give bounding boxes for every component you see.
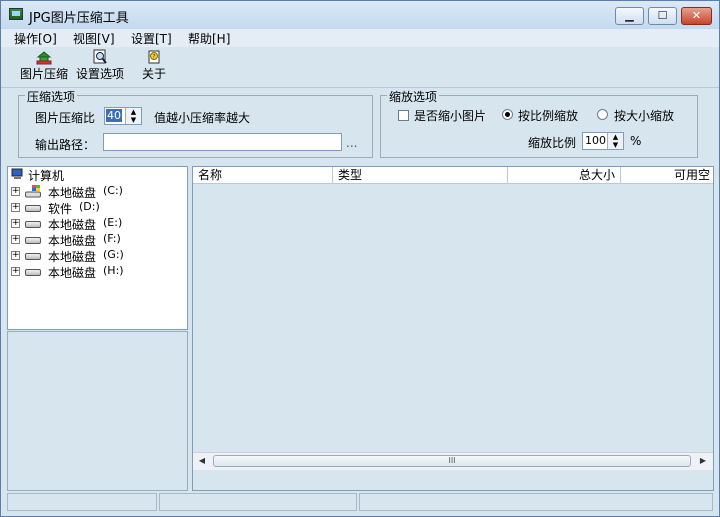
- scale-ratio-spinner[interactable]: 100 ▲ ▼: [582, 132, 624, 150]
- ratio-value: 40: [106, 109, 122, 122]
- ratio-spinner-arrows[interactable]: ▲ ▼: [125, 108, 141, 124]
- scale-options-group: 缩放选项 是否缩小图片 按比例缩放 按大小缩放 缩放比例 100 ▲ ▼ %: [380, 88, 698, 158]
- close-icon: ✕: [691, 9, 702, 22]
- folder-tree[interactable]: 计算机 + 本地磁盘 (C:) + 软件 (D:) + 本地磁盘 (E:) +: [7, 166, 188, 330]
- drive-icon: [25, 269, 41, 276]
- ratio-hint: 值越小压缩率越大: [154, 111, 251, 125]
- file-list[interactable]: 名称 类型 总大小 可用空 ◀ III ▶: [192, 166, 714, 491]
- shrink-checkbox[interactable]: [398, 110, 409, 121]
- title-bar: JPG图片压缩工具 ▁ ☐ ✕: [1, 1, 719, 29]
- about-tool-button[interactable]: ? 关于: [141, 49, 167, 85]
- compress-icon: [36, 51, 52, 65]
- scale-by-ratio-label: 按比例缩放: [518, 109, 579, 123]
- main-window: JPG图片压缩工具 ▁ ☐ ✕ 操作[O] 视图[V] 设置[T] 帮助[H] …: [0, 0, 720, 517]
- tree-item-label: 本地磁盘: [48, 266, 97, 280]
- scale-by-size-label: 按大小缩放: [614, 109, 675, 123]
- tree-root-label: 计算机: [28, 169, 65, 183]
- scale-spinner-arrows[interactable]: ▲ ▼: [607, 133, 623, 149]
- tree-item-letter: (F:): [103, 232, 121, 245]
- tree-item-label: 软件: [48, 202, 73, 216]
- tree-item-label: 本地磁盘: [48, 250, 97, 264]
- column-type[interactable]: 类型: [333, 167, 508, 183]
- compress-tool-button[interactable]: 图片压缩: [19, 49, 69, 85]
- about-tool-label: 关于: [141, 67, 166, 81]
- minimize-icon: ▁: [625, 9, 634, 22]
- output-path-label: 输出路径：: [35, 138, 96, 152]
- svg-text:?: ?: [152, 54, 155, 61]
- scroll-left-icon[interactable]: ◀: [195, 455, 209, 467]
- horizontal-scrollbar[interactable]: ◀ III ▶: [193, 452, 713, 470]
- tree-item-letter: (D:): [79, 200, 100, 213]
- settings-tool-button[interactable]: 设置选项: [75, 49, 125, 85]
- expand-icon[interactable]: +: [11, 267, 20, 276]
- minimize-button[interactable]: ▁: [615, 7, 644, 25]
- compress-tool-label: 图片压缩: [19, 67, 68, 81]
- output-path-input[interactable]: [103, 133, 342, 151]
- expand-icon[interactable]: +: [11, 187, 20, 196]
- app-icon: [9, 8, 23, 20]
- ratio-label: 图片压缩比: [35, 111, 96, 125]
- tree-item-letter: (H:): [103, 264, 124, 277]
- spin-up-icon: ▲: [130, 108, 137, 116]
- settings-tool-label: 设置选项: [75, 67, 124, 81]
- tree-item-letter: (G:): [103, 248, 124, 261]
- scale-by-ratio-radio[interactable]: [502, 109, 513, 120]
- spin-up-icon: ▲: [612, 133, 619, 141]
- scale-options-title: 缩放选项: [387, 88, 440, 105]
- scale-ratio-label: 缩放比例: [528, 136, 577, 150]
- status-pane-2: [159, 493, 357, 511]
- scroll-thumb[interactable]: III: [213, 455, 691, 467]
- menu-settings[interactable]: 设置[T]: [131, 30, 172, 47]
- scale-ratio-value: 100: [585, 134, 606, 147]
- spin-down-icon: ▼: [130, 116, 137, 124]
- tree-item-label: 本地磁盘: [48, 186, 97, 200]
- tree-item-letter: (C:): [103, 184, 123, 197]
- shrink-label: 是否缩小图片: [414, 109, 487, 123]
- column-total-size[interactable]: 总大小: [508, 167, 621, 183]
- status-bar: [1, 491, 719, 516]
- maximize-icon: ☐: [657, 9, 668, 22]
- status-pane-1: [7, 493, 157, 511]
- window-title: JPG图片压缩工具: [29, 11, 129, 26]
- tree-item-label: 本地磁盘: [48, 234, 97, 248]
- ratio-spinner[interactable]: 40 ▲ ▼: [104, 107, 142, 125]
- expand-icon[interactable]: +: [11, 203, 20, 212]
- scale-by-size-radio[interactable]: [597, 109, 608, 120]
- about-icon: ?: [148, 50, 160, 64]
- drive-icon: [25, 253, 41, 260]
- list-header: 名称 类型 总大小 可用空: [193, 167, 713, 184]
- menu-help[interactable]: 帮助[H]: [188, 30, 230, 47]
- menu-operate[interactable]: 操作[O]: [14, 30, 57, 47]
- windows-drive-icon: [25, 185, 41, 198]
- menu-view[interactable]: 视图[V]: [73, 30, 115, 47]
- expand-icon[interactable]: +: [11, 235, 20, 244]
- settings-icon: [93, 49, 107, 64]
- compress-options-title: 压缩选项: [25, 88, 78, 105]
- browse-button[interactable]: ...: [346, 136, 357, 150]
- compress-options-group: 压缩选项 图片压缩比 40 ▲ ▼ 值越小压缩率越大 输出路径： ...: [18, 88, 373, 158]
- tree-item-label: 本地磁盘: [48, 218, 97, 232]
- close-button[interactable]: ✕: [681, 7, 712, 25]
- expand-icon[interactable]: +: [11, 219, 20, 228]
- scroll-right-icon[interactable]: ▶: [696, 455, 710, 467]
- drive-icon: [25, 221, 41, 228]
- spin-down-icon: ▼: [612, 141, 619, 149]
- preview-panel: [7, 331, 188, 491]
- column-free-space[interactable]: 可用空: [621, 167, 713, 183]
- percent-label: %: [630, 134, 642, 148]
- drive-icon: [25, 237, 41, 244]
- expand-icon[interactable]: +: [11, 251, 20, 260]
- status-pane-3: [359, 493, 713, 511]
- computer-icon: [11, 168, 23, 179]
- menu-bar: 操作[O] 视图[V] 设置[T] 帮助[H]: [1, 29, 719, 47]
- maximize-button[interactable]: ☐: [648, 7, 677, 25]
- toolbar: 图片压缩 设置选项 ? 关于: [1, 47, 719, 88]
- tree-item-letter: (E:): [103, 216, 123, 229]
- column-name[interactable]: 名称: [193, 167, 333, 183]
- drive-icon: [25, 205, 41, 212]
